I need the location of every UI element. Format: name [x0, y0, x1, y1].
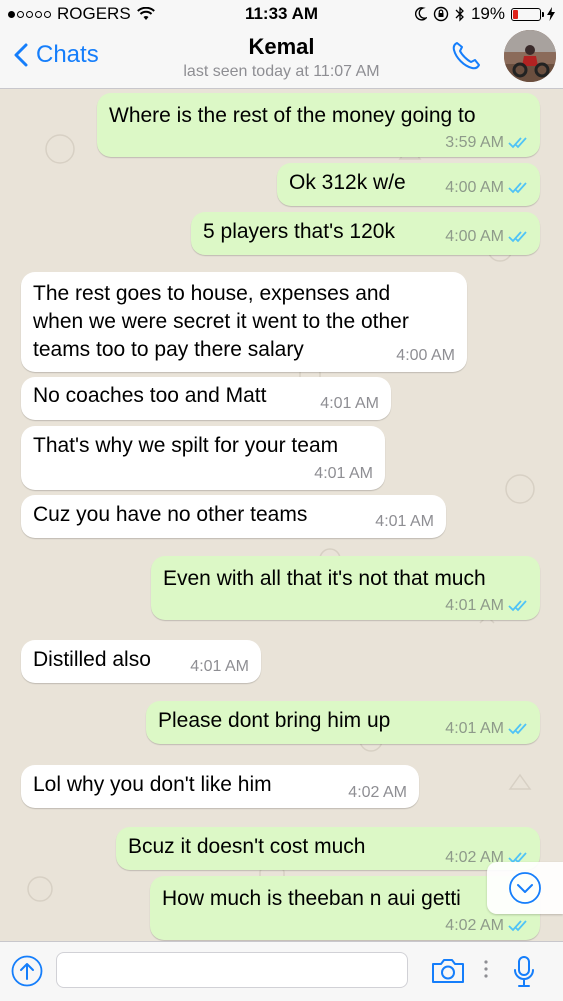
message-meta: 4:01 AM [320, 395, 379, 413]
read-ticks-icon [508, 920, 527, 932]
bluetooth-icon [455, 6, 464, 22]
contact-avatar[interactable] [504, 30, 556, 82]
message-meta: 3:59 AM [445, 134, 528, 152]
message-time: 4:01 AM [445, 597, 504, 614]
message-bubble-outgoing[interactable]: Even with all that it's not that much 4:… [151, 556, 540, 620]
rotation-lock-icon [433, 6, 449, 22]
message-bubble-incoming[interactable]: The rest goes to house, expenses and whe… [21, 272, 467, 372]
message-time: 4:02 AM [348, 784, 407, 801]
chevron-down-circle-icon [509, 872, 541, 904]
camera-icon[interactable] [430, 957, 466, 985]
message-meta: 4:02 AM [445, 917, 528, 935]
message-meta: 4:00 AM [445, 228, 528, 246]
battery-icon [511, 7, 544, 21]
message-time: 4:01 AM [314, 465, 373, 482]
message-time: 4:01 AM [190, 658, 249, 675]
message-text: 5 players that's 120k [203, 220, 395, 243]
message-list[interactable]: Where is the rest of the money going to … [0, 89, 563, 941]
avatar-photo [504, 30, 556, 82]
message-bubble-incoming[interactable]: Cuz you have no other teams 4:01 AM [21, 495, 446, 538]
read-ticks-icon [508, 723, 527, 735]
message-input[interactable] [56, 952, 408, 988]
message-text: Distilled also [33, 648, 151, 671]
read-ticks-icon [508, 231, 527, 243]
message-bubble-outgoing[interactable]: 5 players that's 120k 4:00 AM [191, 212, 540, 255]
message-meta: 4:02 AM [348, 784, 407, 802]
read-ticks-icon [508, 182, 527, 194]
status-right: 19% [414, 4, 555, 24]
message-text: Where is the rest of the money going to [109, 104, 476, 127]
message-text: Lol why you don't like him [33, 773, 272, 796]
message-time: 4:01 AM [445, 720, 504, 737]
message-time: 4:01 AM [320, 395, 379, 412]
message-bubble-outgoing[interactable]: Bcuz it doesn't cost much 4:02 AM [116, 827, 540, 870]
message-bubble-outgoing[interactable]: Please dont bring him up 4:01 AM [146, 701, 540, 744]
compose-bar [0, 941, 563, 1001]
message-text-line: when we were secret it went to the other [33, 310, 409, 333]
message-meta: 4:01 AM [445, 597, 528, 615]
message-text: Please dont bring him up [158, 709, 391, 732]
message-time: 4:00 AM [396, 347, 455, 364]
message-text-line: teams too to pay there salary [33, 338, 304, 361]
message-meta: 4:00 AM [445, 179, 528, 197]
message-bubble-incoming[interactable]: Distilled also 4:01 AM [21, 640, 261, 683]
message-time: 4:01 AM [375, 513, 434, 530]
message-bubble-outgoing[interactable]: Ok 312k w/e 4:00 AM [277, 163, 540, 206]
message-meta: 4:01 AM [445, 720, 528, 738]
read-ticks-icon [508, 137, 527, 149]
message-bubble-outgoing[interactable]: Where is the rest of the money going to … [97, 93, 540, 157]
message-meta: 4:01 AM [190, 658, 249, 676]
message-meta: 4:00 AM [396, 347, 455, 365]
charging-bolt-icon [547, 7, 555, 21]
message-text: Even with all that it's not that much [163, 567, 486, 590]
message-bubble-outgoing[interactable]: How much is theeban n aui getti 4:02 AM [150, 876, 540, 940]
phone-icon[interactable] [450, 40, 482, 72]
message-text: Bcuz it doesn't cost much [128, 835, 366, 858]
message-meta: 4:01 AM [375, 513, 434, 531]
read-ticks-icon [508, 600, 527, 612]
message-time: 3:59 AM [445, 134, 504, 151]
message-text-line: The rest goes to house, expenses and [33, 282, 391, 305]
arrow-up-circle-icon[interactable] [11, 955, 43, 987]
message-meta: 4:01 AM [314, 465, 373, 483]
message-time: 4:02 AM [445, 917, 504, 934]
message-text: Cuz you have no other teams [33, 503, 308, 526]
message-text: No coaches too and Matt [33, 384, 267, 407]
chat-header: Chats Kemal last seen today at 11:07 AM [0, 30, 563, 89]
message-text: That's why we spilt for your team [33, 434, 339, 457]
message-bubble-incoming[interactable]: That's why we spilt for your team 4:01 A… [21, 426, 385, 490]
status-bar: ROGERS 11:33 AM 19% [0, 0, 563, 30]
moon-icon [414, 7, 427, 21]
message-bubble-incoming[interactable]: No coaches too and Matt 4:01 AM [21, 377, 391, 420]
battery-percent: 19% [470, 4, 505, 23]
message-bubble-incoming[interactable]: Lol why you don't like him 4:02 AM [21, 765, 419, 808]
message-time: 4:00 AM [445, 179, 504, 196]
more-dots-icon [484, 960, 488, 978]
message-text: How much is theeban n aui getti [162, 887, 461, 910]
scroll-to-bottom-button[interactable] [487, 862, 563, 914]
message-time: 4:00 AM [445, 228, 504, 245]
message-text: Ok 312k w/e [289, 171, 406, 194]
microphone-icon[interactable] [512, 955, 536, 989]
